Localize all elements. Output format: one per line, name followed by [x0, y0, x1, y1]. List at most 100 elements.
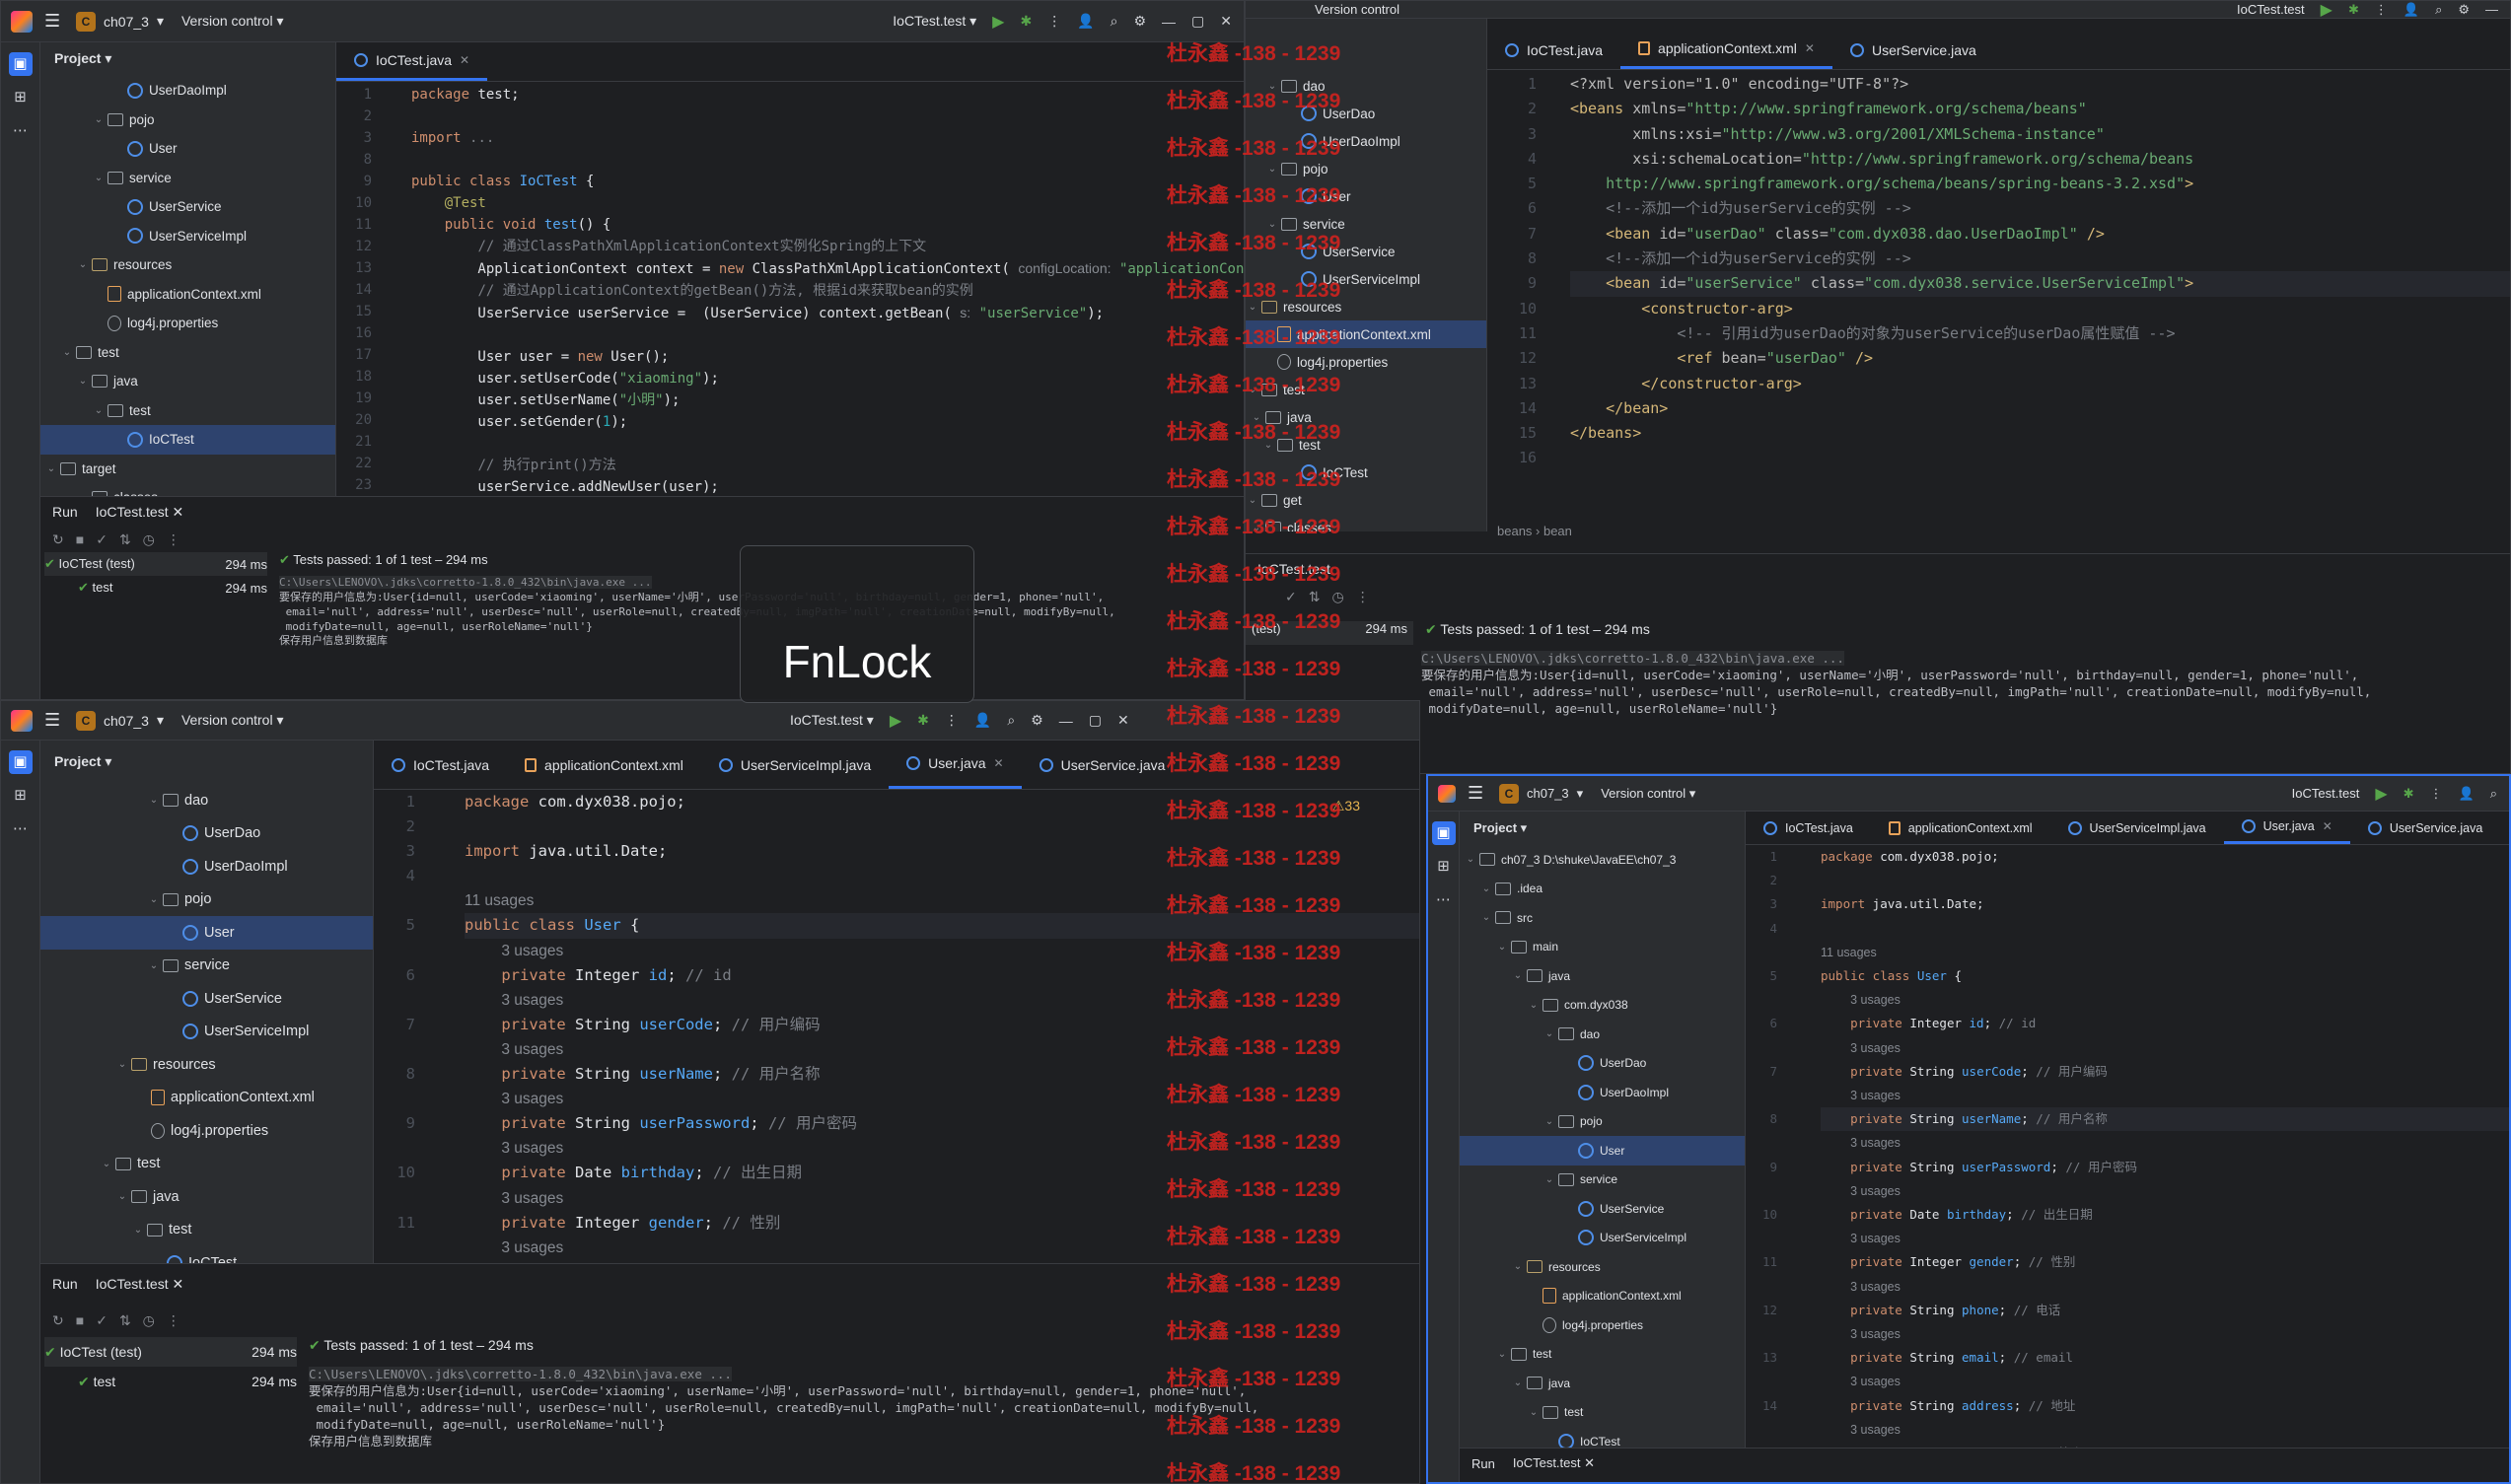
tree-node[interactable]: IoCTest: [40, 1246, 373, 1263]
structure-icon[interactable]: ⊞: [9, 784, 33, 808]
debug-icon[interactable]: ✱: [1020, 13, 1032, 30]
tree-node[interactable]: ⌄ service: [40, 164, 335, 193]
expand-arrow-icon[interactable]: ⌄: [92, 173, 106, 183]
editor-tab[interactable]: applicationContext.xml ✕: [1620, 31, 1832, 69]
tree-node[interactable]: UserDaoImpl: [40, 850, 373, 883]
breadcrumb[interactable]: beans › bean: [1497, 524, 1572, 538]
expand-arrow-icon[interactable]: ⌄: [1511, 1261, 1525, 1272]
tree-node[interactable]: UserServiceImpl: [40, 1016, 373, 1049]
tree-node[interactable]: ⌄ service: [40, 950, 373, 983]
tree-node[interactable]: UserDao: [40, 817, 373, 851]
tree-node[interactable]: ⌄ service: [1460, 1166, 1745, 1195]
close-tab-icon[interactable]: ✕: [460, 53, 469, 67]
tree-node[interactable]: UserDao: [1460, 1049, 1745, 1079]
check-icon[interactable]: ✓: [96, 531, 108, 548]
rerun-icon[interactable]: ↻: [52, 531, 64, 548]
minimize-icon[interactable]: —: [1059, 713, 1073, 729]
search-icon[interactable]: ⌕: [1007, 712, 1015, 729]
expand-arrow-icon[interactable]: ⌄: [1479, 883, 1493, 894]
tree-node[interactable]: UserServiceImpl: [40, 222, 335, 251]
tab-iotest-java[interactable]: IoCTest.java ✕: [336, 42, 488, 81]
expand-arrow-icon[interactable]: ⌄: [115, 1059, 129, 1070]
debug-icon[interactable]: ✱: [2403, 786, 2414, 802]
minimize-icon[interactable]: —: [2485, 2, 2498, 17]
rerun-icon[interactable]: ↻: [52, 1312, 64, 1329]
expand-arrow-icon[interactable]: ⌄: [1495, 1349, 1509, 1360]
expand-arrow-icon[interactable]: ⌄: [1542, 1174, 1556, 1185]
tree-node[interactable]: ⌄ pojo: [1460, 1107, 1745, 1137]
burger-menu-icon[interactable]: ☰: [44, 11, 62, 32]
more-icon[interactable]: ⋮: [167, 1312, 180, 1329]
tree-node[interactable]: User: [40, 916, 373, 950]
editor-tab[interactable]: UserServiceImpl.java: [2050, 812, 2224, 844]
debug-icon[interactable]: ✱: [917, 712, 929, 729]
user-icon[interactable]: 👤: [2403, 2, 2419, 18]
project-switcher[interactable]: Cch07_3 ▾: [1499, 783, 1583, 804]
tree-node[interactable]: ⌄ test: [1460, 1398, 1745, 1428]
sort-icon[interactable]: ⇅: [1309, 589, 1321, 605]
expand-arrow-icon[interactable]: ⌄: [76, 376, 90, 387]
project-icon[interactable]: ▣: [8, 750, 33, 774]
more-icon[interactable]: ⋮: [1356, 589, 1370, 605]
structure-icon[interactable]: ⊞: [1432, 855, 1456, 879]
tree-node[interactable]: ⌄ dao: [40, 784, 373, 817]
tree-node[interactable]: ⌄ src: [1460, 903, 1745, 933]
more-icon[interactable]: ⋮: [167, 531, 180, 548]
test-tree-root[interactable]: ✔ IoCTest (test) 294 ms: [44, 552, 267, 576]
search-icon[interactable]: ⌕: [2435, 2, 2442, 18]
check-icon[interactable]: ✓: [96, 1312, 108, 1329]
close-icon[interactable]: ✕: [1117, 712, 1129, 729]
editor-tab[interactable]: IoCTest.java: [1487, 31, 1620, 69]
expand-arrow-icon[interactable]: ⌄: [1542, 1028, 1556, 1039]
expand-arrow-icon[interactable]: ⌄: [1527, 1407, 1541, 1418]
tree-node[interactable]: applicationContext.xml: [40, 1082, 373, 1115]
close-tab-icon[interactable]: ✕: [2323, 819, 2332, 833]
tree-node[interactable]: ⌄ java: [40, 1180, 373, 1214]
tree-node[interactable]: User: [1460, 1136, 1745, 1166]
more-icon[interactable]: ⋮: [1047, 13, 1061, 30]
tree-node[interactable]: User: [40, 134, 335, 164]
expand-arrow-icon[interactable]: ⌄: [1511, 1378, 1525, 1388]
expand-arrow-icon[interactable]: ⌄: [1464, 854, 1477, 865]
expand-arrow-icon[interactable]: ⌄: [1511, 970, 1525, 981]
clock-icon[interactable]: ◷: [1331, 589, 1343, 605]
tree-node[interactable]: ⌄ test: [40, 1214, 373, 1247]
more-icon[interactable]: ⋮: [2430, 786, 2443, 802]
more-icon[interactable]: ⋮: [2375, 2, 2388, 18]
burger-menu-icon[interactable]: ☰: [44, 710, 62, 731]
tree-node[interactable]: ⌄ test: [40, 1148, 373, 1181]
close-icon[interactable]: ✕: [1220, 13, 1232, 30]
run-config-selector[interactable]: IoCTest.test ▾: [790, 712, 874, 729]
run-config-selector[interactable]: IoCTest.test ▾: [893, 13, 976, 30]
expand-arrow-icon[interactable]: ⌄: [131, 1225, 145, 1236]
code-editor[interactable]: 1 2 3 8 9 10 11 12 13 14 15 16 17 18 19 20 21 22 23 packag…: [336, 82, 1244, 496]
project-icon[interactable]: ▣: [8, 52, 33, 76]
burger-menu-icon[interactable]: ☰: [1468, 783, 1485, 804]
tree-node[interactable]: UserServiceImpl: [1460, 1224, 1745, 1253]
tree-node[interactable]: ⌄ dao: [1460, 1020, 1745, 1049]
tree-node[interactable]: ⌄ com.dyx038: [1460, 991, 1745, 1021]
tree-node[interactable]: ⌄ test: [40, 396, 335, 426]
run-icon[interactable]: ▶: [2375, 784, 2387, 804]
expand-arrow-icon[interactable]: ⌄: [1265, 164, 1279, 175]
run-tab[interactable]: IoCTest.test ✕: [96, 1276, 184, 1293]
settings-icon[interactable]: ⚙: [1133, 13, 1146, 30]
editor-tab[interactable]: UserServiceImpl.java: [701, 741, 889, 789]
project-switcher[interactable]: Cch07_3 ▾: [76, 710, 164, 731]
project-icon[interactable]: ▣: [1431, 821, 1456, 845]
tree-node[interactable]: applicationContext.xml: [1460, 1282, 1745, 1311]
expand-arrow-icon[interactable]: ⌄: [1246, 495, 1259, 506]
tree-node[interactable]: ⌄ test: [40, 338, 335, 368]
editor-tab[interactable]: applicationContext.xml: [507, 741, 701, 789]
tree-node[interactable]: ⌄ .idea: [1460, 875, 1745, 904]
version-control-menu[interactable]: Version control ▾: [181, 712, 284, 729]
editor-tab[interactable]: User.java ✕: [2223, 812, 2350, 844]
expand-arrow-icon[interactable]: ⌄: [44, 463, 58, 474]
stop-icon[interactable]: ■: [76, 1312, 84, 1328]
close-tab-icon[interactable]: ✕: [1805, 41, 1815, 55]
expand-arrow-icon[interactable]: ⌄: [1542, 1116, 1556, 1127]
expand-arrow-icon[interactable]: ⌄: [100, 1159, 113, 1169]
expand-arrow-icon[interactable]: ⌄: [1527, 1000, 1541, 1011]
tree-node[interactable]: ⌄ java: [1460, 961, 1745, 991]
tree-node[interactable]: IoCTest: [1460, 1427, 1745, 1448]
